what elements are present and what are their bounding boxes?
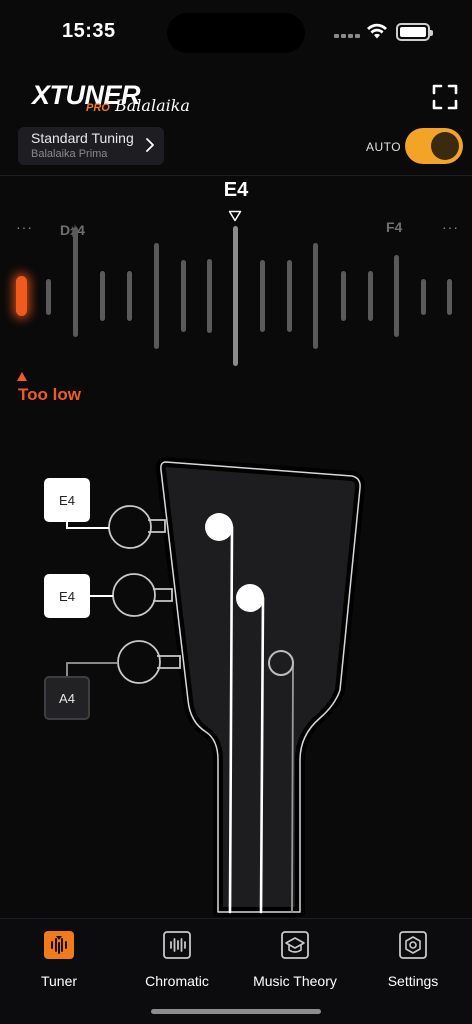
header-divider <box>0 175 472 176</box>
tab-tuner[interactable]: Tuner <box>0 929 118 989</box>
up-arrow-icon <box>17 372 27 381</box>
meter-tick <box>127 271 132 321</box>
tuning-selector-button[interactable]: Standard Tuning Balalaika Prima <box>18 127 164 165</box>
tuner-icon <box>44 931 74 959</box>
meter-tick <box>73 227 78 337</box>
settings-icon <box>399 931 427 959</box>
cellular-signal-icon <box>334 34 360 38</box>
tuning-instrument: Balalaika Prima <box>31 148 108 160</box>
meter-tick <box>394 255 399 337</box>
fullscreen-icon[interactable] <box>430 82 460 112</box>
string-3-button[interactable]: A4 <box>44 676 90 720</box>
logo-pro-badge: PRO <box>86 102 110 114</box>
more-notes-right: ··· <box>442 219 459 235</box>
tab-label: Settings <box>387 973 439 989</box>
note-label-right: F4 <box>386 219 403 235</box>
tab-chromatic[interactable]: Chromatic <box>118 929 236 989</box>
string-2-button[interactable]: E4 <box>44 574 90 618</box>
meter-tick <box>46 279 51 315</box>
meter-tick <box>181 260 186 332</box>
auto-label: AUTO <box>366 140 402 154</box>
meter-tick <box>100 271 105 321</box>
wifi-icon <box>367 23 387 39</box>
target-note: E4 <box>223 179 249 201</box>
meter-tick <box>368 271 373 321</box>
status-time: 15:35 <box>62 20 116 42</box>
tab-label: Tuner <box>40 973 78 989</box>
dynamic-island <box>167 13 305 53</box>
chevron-right-icon <box>146 138 154 152</box>
chromatic-icon <box>163 931 191 959</box>
meter-tick <box>447 279 452 315</box>
tuning-name: Standard Tuning <box>31 130 134 146</box>
tab-settings[interactable]: Settings <box>354 929 472 989</box>
meter-tick <box>207 259 212 333</box>
status-bar: 15:35 <box>0 0 472 60</box>
tab-music-theory[interactable]: Music Theory <box>236 929 354 989</box>
pitch-indicator <box>16 276 27 316</box>
logo-instrument: Balalaika <box>115 96 190 115</box>
tuning-status: Too low <box>18 385 81 404</box>
meter-tick <box>341 271 346 321</box>
auto-toggle[interactable] <box>405 128 463 164</box>
tab-label: Music Theory <box>253 973 337 989</box>
meter-tick <box>421 279 426 315</box>
meter-tick <box>287 260 292 332</box>
battery-icon <box>396 23 433 41</box>
meter-tick <box>154 243 159 349</box>
tab-label: Chromatic <box>145 973 209 989</box>
meter-tick <box>260 260 265 332</box>
home-indicator <box>151 1009 321 1014</box>
string-1-button[interactable]: E4 <box>44 478 90 522</box>
headstock-view: E4 E4 A4 <box>0 450 472 920</box>
meter-center-tick <box>233 226 238 366</box>
meter-tick <box>313 243 318 349</box>
app-logo: XTUNER PRO Balalaika <box>32 80 190 115</box>
music-theory-icon <box>281 931 309 959</box>
toggle-knob <box>431 132 459 160</box>
target-pointer-icon <box>228 210 242 222</box>
more-notes-left: ··· <box>16 219 33 235</box>
